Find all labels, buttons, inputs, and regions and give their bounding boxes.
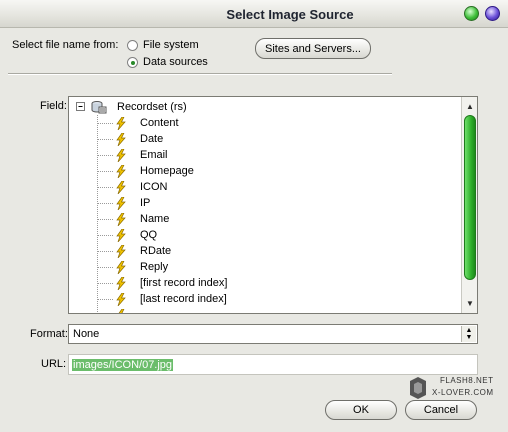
field-bolt-icon xyxy=(116,292,126,306)
field-item-first-record-index[interactable]: [first record index] xyxy=(115,275,227,291)
field-item-partial[interactable] xyxy=(115,307,126,313)
source-label: Select file name from: xyxy=(12,39,119,51)
cancel-button[interactable]: Cancel xyxy=(405,400,477,420)
field-item-name[interactable]: Name xyxy=(115,211,169,227)
field-item-label: Reply xyxy=(140,261,169,273)
field-item-ip[interactable]: IP xyxy=(115,195,150,211)
field-item-label: Email xyxy=(140,149,168,161)
field-item-qq[interactable]: QQ xyxy=(115,227,157,243)
field-bolt-icon xyxy=(116,132,126,146)
recordset-node[interactable]: Recordset (rs) xyxy=(91,99,187,115)
cancel-label: Cancel xyxy=(423,404,459,416)
url-input[interactable]: images/ICON/07.jpg xyxy=(68,354,478,375)
format-value: None xyxy=(73,328,100,340)
watermark: FLASH8.NET X-LOVER.COM xyxy=(408,375,508,401)
watermark-logo-icon xyxy=(410,377,426,399)
field-bolt-icon xyxy=(116,180,126,194)
watermark-line1: FLASH8.NET xyxy=(440,376,494,385)
field-bolt-icon xyxy=(116,148,126,162)
field-bolt-icon xyxy=(116,164,126,178)
field-item-label: Content xyxy=(140,117,179,129)
field-item-label: RDate xyxy=(140,245,172,257)
field-item-label: ICON xyxy=(140,181,168,193)
field-bolt-icon xyxy=(116,116,126,130)
data-sources-radio[interactable] xyxy=(127,57,138,68)
field-bolt-icon xyxy=(116,212,126,226)
url-label: URL: xyxy=(41,358,67,370)
field-bolt-icon xyxy=(116,196,126,210)
file-system-label[interactable]: File system xyxy=(143,39,199,51)
format-label: Format: xyxy=(30,328,68,340)
field-item-label: [first record index] xyxy=(140,277,228,289)
field-item-label: IP xyxy=(140,197,151,209)
field-item-last-record-index[interactable]: [last record index] xyxy=(115,291,227,307)
file-system-radio[interactable] xyxy=(127,40,138,51)
minimize-button[interactable] xyxy=(464,6,479,21)
field-bolt-icon xyxy=(116,260,126,274)
title-bar: Select Image Source xyxy=(0,0,508,28)
close-button[interactable] xyxy=(485,6,500,21)
scroll-up-icon[interactable]: ▲ xyxy=(463,99,477,113)
watermark-line2: X-LOVER.COM xyxy=(432,388,494,397)
field-item-date[interactable]: Date xyxy=(115,131,163,147)
separator xyxy=(8,73,392,75)
sites-and-servers-button[interactable]: Sites and Servers... xyxy=(255,38,371,59)
database-icon xyxy=(91,101,107,114)
field-item-label: Date xyxy=(140,133,164,145)
field-item-email[interactable]: Email xyxy=(115,147,168,163)
field-item-label: QQ xyxy=(140,229,158,241)
field-bolt-icon xyxy=(118,308,125,313)
field-bolt-icon xyxy=(116,228,126,242)
ok-label: OK xyxy=(353,404,369,416)
field-item-content[interactable]: Content xyxy=(115,115,179,131)
field-tree[interactable]: Recordset (rs) Content Date Email Homepa… xyxy=(68,96,478,314)
field-item-rdate[interactable]: RDate xyxy=(115,243,171,259)
field-bolt-icon xyxy=(116,276,126,290)
field-item-reply[interactable]: Reply xyxy=(115,259,168,275)
format-select[interactable]: None ▲ ▼ xyxy=(68,324,478,344)
field-item-label: [last record index] xyxy=(140,293,227,305)
scroll-thumb[interactable] xyxy=(464,115,476,280)
scroll-down-icon[interactable]: ▼ xyxy=(463,296,477,310)
field-label: Field: xyxy=(40,100,67,112)
field-item-homepage[interactable]: Homepage xyxy=(115,163,194,179)
tree-scrollbar[interactable]: ▲ ▼ xyxy=(461,97,477,313)
window-title: Select Image Source xyxy=(226,7,354,22)
field-item-label: Name xyxy=(140,213,170,225)
recordset-label: Recordset (rs) xyxy=(117,101,187,113)
field-item-label: Homepage xyxy=(140,165,194,177)
ok-button[interactable]: OK xyxy=(325,400,397,420)
field-bolt-icon xyxy=(116,244,126,258)
field-item-icon[interactable]: ICON xyxy=(115,179,168,195)
sites-and-servers-label: Sites and Servers... xyxy=(265,42,361,55)
data-sources-label[interactable]: Data sources xyxy=(143,56,208,68)
url-value: images/ICON/07.jpg xyxy=(72,358,174,371)
chevron-updown-icon[interactable]: ▲ ▼ xyxy=(461,326,476,342)
